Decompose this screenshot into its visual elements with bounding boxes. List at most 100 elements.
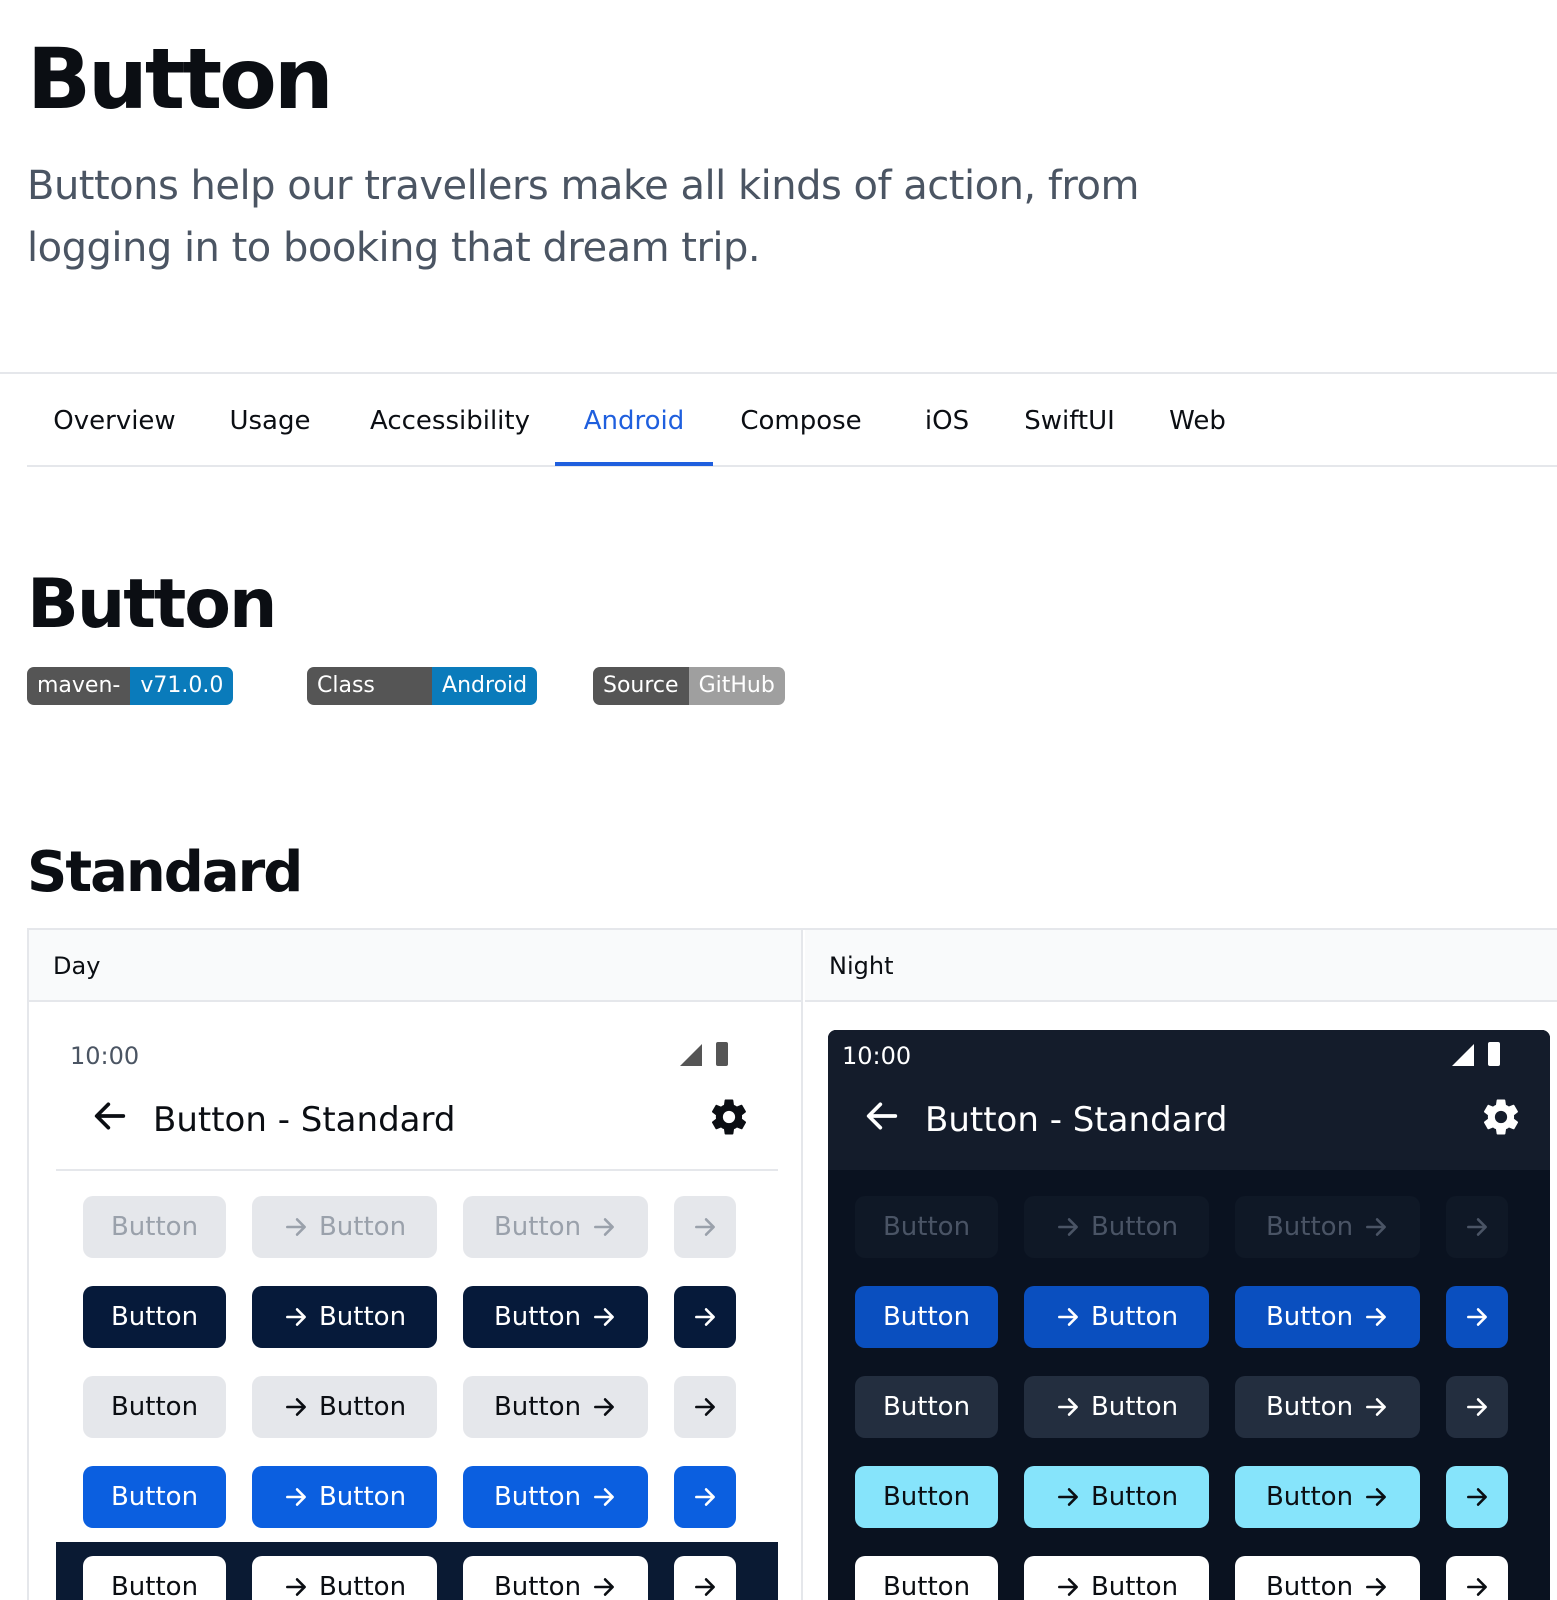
button-label: Button — [110, 1392, 199, 1422]
button-trailing-icon[interactable]: Button — [463, 1196, 648, 1258]
arrow-left-icon[interactable] — [862, 1096, 902, 1136]
button-icon-only[interactable] — [674, 1376, 736, 1438]
source-code-badge[interactable]: Source code GitHub — [593, 667, 785, 705]
button-plain[interactable]: Button — [855, 1556, 998, 1600]
arrow-right-icon — [695, 1488, 715, 1506]
gear-icon[interactable] — [708, 1096, 750, 1138]
button-label: Button — [110, 1482, 199, 1512]
button-leading-icon[interactable]: Button — [1024, 1556, 1209, 1600]
tab-swiftui[interactable]: SwiftUI — [1007, 375, 1132, 467]
arrow-right-icon — [695, 1218, 715, 1236]
arrow-right-icon — [594, 1578, 615, 1596]
button-leading-icon[interactable]: Button — [252, 1466, 437, 1528]
button-icon-only[interactable] — [1446, 1376, 1508, 1438]
button-leading-icon[interactable]: Button — [1024, 1466, 1209, 1528]
button-icon-only[interactable] — [674, 1286, 736, 1348]
badge-value: Android — [432, 667, 538, 705]
section-title: Button — [27, 565, 277, 644]
maven-central-badge[interactable]: maven-central v71.0.0 — [27, 667, 234, 705]
button-leading-icon[interactable]: Button — [1024, 1286, 1209, 1348]
arrow-right-icon — [1467, 1578, 1487, 1596]
arrow-right-icon — [1057, 1398, 1078, 1416]
button-label: Button — [493, 1212, 582, 1242]
button-label: Button — [493, 1302, 582, 1332]
button-trailing-icon[interactable]: Button — [1235, 1286, 1420, 1348]
button-leading-icon[interactable]: Button — [252, 1286, 437, 1348]
button-plain[interactable]: Button — [855, 1286, 998, 1348]
class-reference-badge[interactable]: Class reference Android — [307, 667, 538, 705]
button-icon-only[interactable] — [1446, 1286, 1508, 1348]
button-icon-only[interactable] — [1446, 1196, 1508, 1258]
night-phone-preview: 10:00 Button - Standard Button Button Butt… — [828, 1030, 1550, 1600]
gear-icon[interactable] — [1480, 1096, 1522, 1138]
button-label: Button — [1265, 1572, 1354, 1600]
tab-usage[interactable]: Usage — [205, 375, 335, 467]
button-trailing-icon[interactable]: Button — [1235, 1466, 1420, 1528]
button-label: Button — [493, 1572, 582, 1600]
tab-accessibility[interactable]: Accessibility — [345, 375, 555, 467]
arrow-right-icon — [695, 1308, 715, 1326]
button-trailing-icon[interactable]: Button — [463, 1286, 648, 1348]
button-leading-icon[interactable]: Button — [252, 1196, 437, 1258]
button-leading-icon[interactable]: Button — [1024, 1196, 1209, 1258]
button-trailing-icon[interactable]: Button — [463, 1466, 648, 1528]
button-plain[interactable]: Button — [83, 1286, 226, 1348]
button-trailing-icon[interactable]: Button — [463, 1376, 648, 1438]
badge-key: Source code — [593, 667, 689, 705]
arrow-right-icon — [1366, 1398, 1387, 1416]
button-label: Button — [882, 1482, 971, 1512]
button-icon-only[interactable] — [1446, 1556, 1508, 1600]
button-icon-only[interactable] — [674, 1556, 736, 1600]
arrow-right-icon — [1057, 1308, 1078, 1326]
button-label: Button — [1090, 1212, 1179, 1242]
button-label: Button — [1090, 1392, 1179, 1422]
button-label: Button — [1265, 1212, 1354, 1242]
button-leading-icon[interactable]: Button — [252, 1556, 437, 1600]
standard-title: Standard — [27, 840, 303, 905]
signal-icon — [1452, 1044, 1474, 1066]
button-plain[interactable]: Button — [855, 1466, 998, 1528]
tab-android[interactable]: Android — [555, 375, 713, 467]
tab-web[interactable]: Web — [1155, 375, 1240, 467]
tab-bar: Overview Usage Accessibility Android Com… — [27, 375, 1557, 467]
button-plain[interactable]: Button — [83, 1376, 226, 1438]
button-plain[interactable]: Button — [855, 1196, 998, 1258]
button-label: Button — [1265, 1302, 1354, 1332]
button-label: Button — [318, 1572, 407, 1600]
button-label: Button — [882, 1302, 971, 1332]
arrow-right-icon — [695, 1398, 715, 1416]
button-plain[interactable]: Button — [855, 1376, 998, 1438]
arrow-right-icon — [594, 1308, 615, 1326]
button-plain[interactable]: Button — [83, 1466, 226, 1528]
button-label: Button — [1090, 1572, 1179, 1600]
status-time: 10:00 — [70, 1042, 140, 1070]
arrow-right-icon — [285, 1398, 306, 1416]
button-leading-icon[interactable]: Button — [252, 1376, 437, 1438]
button-label: Button — [110, 1302, 199, 1332]
preview-table: Day Night 10:00 Button - Standard Button… — [27, 928, 1557, 1600]
button-trailing-icon[interactable]: Button — [1235, 1376, 1420, 1438]
button-icon-only[interactable] — [1446, 1466, 1508, 1528]
arrow-right-icon — [1366, 1308, 1387, 1326]
button-label: Button — [110, 1572, 199, 1600]
button-plain[interactable]: Button — [83, 1196, 226, 1258]
header-divider — [0, 372, 1557, 374]
tab-ios[interactable]: iOS — [907, 375, 987, 467]
button-icon-only[interactable] — [674, 1466, 736, 1528]
tab-compose[interactable]: Compose — [721, 375, 881, 467]
button-plain[interactable]: Button — [83, 1556, 226, 1600]
status-icons — [1452, 1040, 1504, 1066]
button-label: Button — [1265, 1482, 1354, 1512]
button-label: Button — [882, 1212, 971, 1242]
button-label: Button — [1265, 1392, 1354, 1422]
signal-icon — [680, 1044, 702, 1066]
button-trailing-icon[interactable]: Button — [463, 1556, 648, 1600]
button-icon-only[interactable] — [674, 1196, 736, 1258]
tab-overview[interactable]: Overview — [27, 375, 202, 467]
arrow-right-icon — [594, 1398, 615, 1416]
button-trailing-icon[interactable]: Button — [1235, 1196, 1420, 1258]
arrow-left-icon[interactable] — [90, 1096, 130, 1136]
arrow-right-icon — [285, 1218, 306, 1236]
button-leading-icon[interactable]: Button — [1024, 1376, 1209, 1438]
button-trailing-icon[interactable]: Button — [1235, 1556, 1420, 1600]
